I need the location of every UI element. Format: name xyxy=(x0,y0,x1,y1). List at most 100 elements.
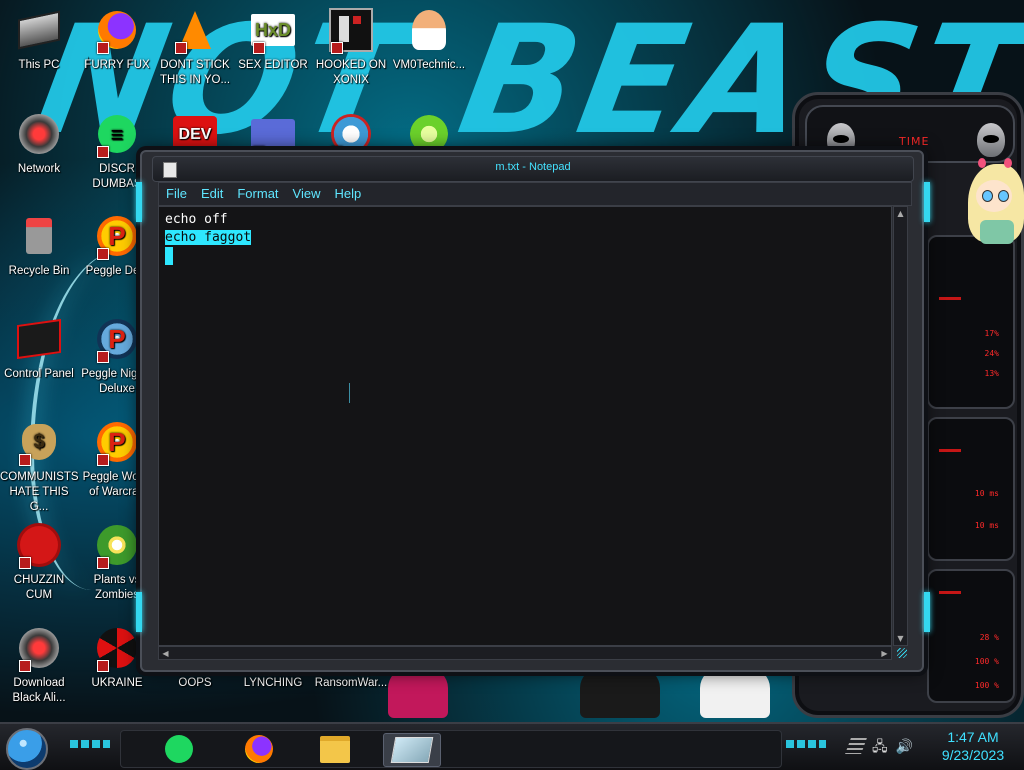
gadget-readout: 10 ms xyxy=(974,521,999,530)
gadget-bar xyxy=(939,449,961,452)
taskbar-green-app[interactable] xyxy=(151,733,207,765)
taskbar-file-explorer[interactable] xyxy=(307,733,363,765)
desktop-icon-label: HOOKED ON XONIX xyxy=(315,59,387,86)
text-editor-area[interactable]: echo off echo faggot xyxy=(158,206,892,646)
desktop-icon-label: Download Black Ali... xyxy=(12,677,66,704)
menu-file[interactable]: File xyxy=(159,184,194,201)
menu-view[interactable]: View xyxy=(286,184,328,201)
notepad-icon xyxy=(390,737,434,763)
desktop-icon-control-panel[interactable]: Control Panel xyxy=(0,317,78,382)
shortcut-arrow-icon xyxy=(175,42,187,54)
show-desktop-icon[interactable] xyxy=(845,738,867,754)
notepad-window[interactable]: m.txt - Notepad File Edit Format View Help e… xyxy=(136,150,930,672)
wallpaper-shoe-right xyxy=(700,668,770,718)
shortcut-arrow-icon xyxy=(19,454,31,466)
shortcut-arrow-icon xyxy=(97,146,109,158)
gadget-memory-panel: 28 % 100 % 100 % xyxy=(927,569,1015,703)
volume-icon[interactable]: 🔊 xyxy=(896,739,913,755)
window-frame-light xyxy=(924,182,930,222)
gadget-readout: 10 ms xyxy=(974,489,999,498)
editor-line-text: echo off xyxy=(165,212,228,227)
scroll-up-arrow-icon[interactable]: ▲ xyxy=(894,207,907,220)
desktop-icon-label: FURRY FUX xyxy=(84,59,150,71)
window-title: m.txt - Notepad xyxy=(495,161,571,173)
window-frame-light xyxy=(136,182,142,222)
menu-bar: File Edit Format View Help xyxy=(158,182,912,206)
taskbar-notepad[interactable] xyxy=(383,733,441,767)
dev-cpp-icon: DEV xyxy=(173,116,217,152)
shortcut-arrow-icon xyxy=(97,660,109,672)
pet-dress xyxy=(980,220,1014,244)
window-frame-light xyxy=(924,592,930,632)
desktop-icon-hxd[interactable]: HxD SEX EDITOR xyxy=(234,8,312,73)
menu-help[interactable]: Help xyxy=(327,184,368,201)
desktop-icon-label: Recycle Bin xyxy=(8,265,70,277)
desktop-icon-recycle-bin[interactable]: Recycle Bin xyxy=(0,214,78,279)
desktop-icon-xonix[interactable]: HOOKED ON XONIX xyxy=(312,8,390,88)
taskbar-clock[interactable]: 1:47 AM 9/23/2023 xyxy=(928,728,1018,764)
pet-eye xyxy=(998,190,1009,202)
desktop-icon-this-pc[interactable]: This PC xyxy=(0,8,78,73)
scroll-left-arrow-icon[interactable]: ◀ xyxy=(159,647,172,660)
pet-eye xyxy=(982,190,993,202)
doctor-icon xyxy=(412,10,446,50)
gadget-network-panel: 10 ms 10 ms xyxy=(927,417,1015,561)
taskbar-firefox[interactable] xyxy=(231,733,287,765)
shortcut-arrow-icon xyxy=(97,454,109,466)
desktop-icon-chuzzle[interactable]: CHUZZIN CUM xyxy=(0,523,78,603)
network-icon[interactable]: 🖧 xyxy=(872,739,888,755)
limewire-icon xyxy=(410,115,448,153)
pet-horn xyxy=(978,158,986,168)
desktop-icon-label: OOPS xyxy=(178,677,212,689)
scroll-right-arrow-icon[interactable]: ▶ xyxy=(878,647,891,660)
gadget-bar xyxy=(939,591,961,594)
folder-icon xyxy=(320,735,350,763)
gadget-cpu-panel: 17% 24% 13% xyxy=(927,235,1015,409)
desktop-icon-vm0technic[interactable]: VM0Technic... xyxy=(390,8,468,73)
desktop-icon-vlc[interactable]: DONT STICK THIS IN YO... xyxy=(156,8,234,88)
horizontal-scrollbar[interactable]: ◀ ▶ xyxy=(158,646,892,660)
desktop-icon-label: Control Panel xyxy=(4,368,74,380)
selection-caret xyxy=(165,247,173,265)
menu-edit[interactable]: Edit xyxy=(194,184,230,201)
gadget-readout: 24% xyxy=(984,349,999,358)
desktop-icon-label: COMMUNISTS HATE THIS G... xyxy=(0,471,79,513)
gadget-readout: 28 % xyxy=(979,633,999,642)
taskbar-decoration-lights xyxy=(786,740,826,748)
shortcut-arrow-icon xyxy=(19,660,31,672)
desktop-icon-label: This PC xyxy=(18,59,60,71)
shortcut-arrow-icon xyxy=(97,42,109,54)
shortcut-arrow-icon xyxy=(97,557,109,569)
clock-time: 1:47 AM xyxy=(947,729,999,745)
window-frame-light xyxy=(136,592,142,632)
gadget-readout: 100 % xyxy=(974,657,999,666)
desktop-icon-furry-fux[interactable]: FURRY FUX xyxy=(78,8,156,73)
desktop-icon-label: DONT STICK THIS IN YO... xyxy=(159,59,231,86)
selected-text: echo faggot xyxy=(165,230,252,245)
green-document-icon xyxy=(165,735,193,763)
recycle-bin-icon xyxy=(26,218,52,254)
window-titlebar[interactable]: m.txt - Notepad xyxy=(152,156,914,182)
gadget-time-label: TIME xyxy=(899,135,930,148)
start-button[interactable] xyxy=(6,728,48,770)
gadget-readout: 13% xyxy=(984,369,999,378)
taskbar-app-band xyxy=(120,730,782,768)
desktop-icon-label: RansomWar... xyxy=(314,677,388,689)
desktop-icon-label: CHUZZIN CUM xyxy=(13,574,65,601)
desktop-icon-network[interactable]: Network xyxy=(0,112,78,177)
pet-horn xyxy=(1004,158,1012,168)
desktop-icon-communists[interactable]: $ COMMUNISTS HATE THIS G... xyxy=(0,420,79,515)
menu-format[interactable]: Format xyxy=(230,184,285,201)
star-butterfly-desktop-pet[interactable] xyxy=(962,158,1024,246)
card-icon xyxy=(251,119,295,149)
vertical-scrollbar[interactable]: ▲ ▼ xyxy=(893,206,908,646)
gadget-bar xyxy=(939,297,961,300)
desktop-icon-label: SEX EDITOR xyxy=(238,59,308,71)
desktop-icon-label: Network xyxy=(17,163,61,175)
desktop-icon-download-black-alienware[interactable]: Download Black Ali... xyxy=(0,626,78,706)
control-panel-icon xyxy=(17,318,61,360)
taskbar-decoration-lights xyxy=(70,740,110,748)
resize-grip-icon[interactable] xyxy=(897,648,907,658)
shortcut-arrow-icon xyxy=(19,557,31,569)
scroll-down-arrow-icon[interactable]: ▼ xyxy=(894,632,907,645)
